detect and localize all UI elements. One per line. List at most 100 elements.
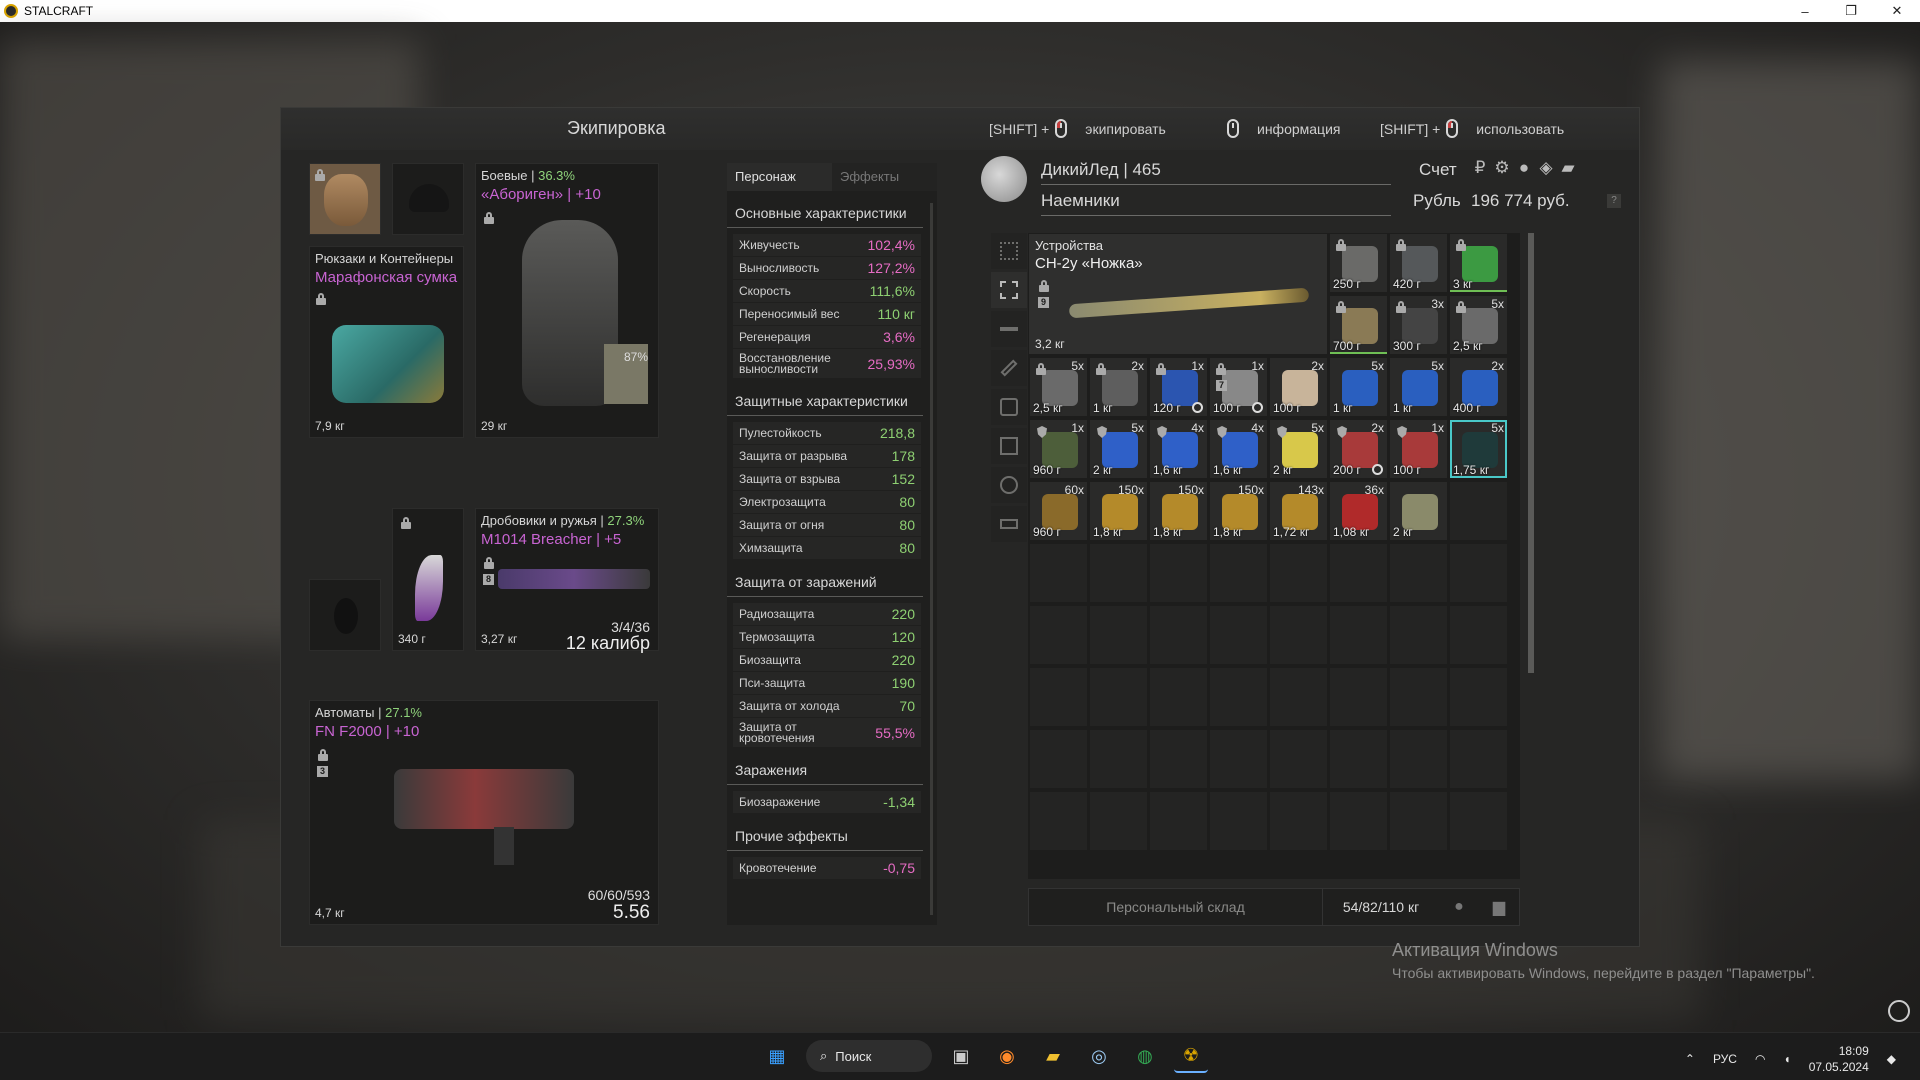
backpack-slot[interactable]: Рюкзаки и Контейнеры Марафонская сумка 7… xyxy=(309,246,464,438)
stats-scrollbar[interactable] xyxy=(930,203,933,915)
inventory-item[interactable]: 2x 200 г xyxy=(1329,419,1388,479)
rifle-slot[interactable]: Автоматы | 27.1% FN F2000 | +10 3 60/60/… xyxy=(309,700,659,925)
grenade-slot[interactable] xyxy=(309,579,381,651)
inventory-item[interactable]: 150x 1,8 кг xyxy=(1209,481,1268,541)
inventory-item[interactable]: 5x 1 кг xyxy=(1329,357,1388,417)
windows-start-icon[interactable]: ▦ xyxy=(760,1039,794,1073)
inventory-item[interactable]: 4x 1,6 кг xyxy=(1149,419,1208,479)
category-weapons-icon[interactable] xyxy=(991,311,1027,347)
wifi-icon[interactable]: ◠ xyxy=(1755,1052,1765,1066)
inventory-item[interactable]: 150x 1,8 кг xyxy=(1089,481,1148,541)
inventory-item[interactable]: 36x 1,08 кг xyxy=(1329,481,1388,541)
empty-slot[interactable] xyxy=(1089,791,1148,851)
firefox-icon[interactable]: ◉ xyxy=(990,1039,1024,1073)
empty-slot[interactable] xyxy=(1029,791,1088,851)
token-currency-icon[interactable]: ◈ xyxy=(1538,159,1554,176)
empty-slot[interactable] xyxy=(1089,543,1148,603)
empty-slot[interactable] xyxy=(1389,667,1448,727)
personal-storage-button[interactable]: Персональный склад xyxy=(1029,889,1323,925)
shotgun-slot[interactable]: Дробовики и ружья | 27.3% M1014 Breacher… xyxy=(475,508,659,653)
inventory-item[interactable]: 5x 2,5 кг xyxy=(1029,357,1088,417)
empty-slot[interactable] xyxy=(1329,543,1388,603)
refresh-icon[interactable] xyxy=(1888,1000,1910,1022)
empty-slot[interactable] xyxy=(1269,791,1328,851)
empty-slot[interactable] xyxy=(1329,791,1388,851)
category-ammo-icon[interactable] xyxy=(991,428,1027,464)
steam-icon[interactable]: ◎ xyxy=(1082,1039,1116,1073)
taskbar-clock[interactable]: 18:09 07.05.2024 xyxy=(1809,1043,1869,1075)
inventory-item[interactable]: 1x 100 г xyxy=(1389,419,1448,479)
empty-slot[interactable] xyxy=(1029,543,1088,603)
character-portrait-slot[interactable] xyxy=(309,163,381,235)
inventory-item[interactable]: 5x 2 кг xyxy=(1089,419,1148,479)
stalcraft-taskbar-icon[interactable]: ☢ xyxy=(1174,1039,1208,1073)
inventory-item[interactable]: 5x 2 кг xyxy=(1269,419,1328,479)
inventory-item[interactable]: 60x 960 г xyxy=(1029,481,1088,541)
minimize-button[interactable]: – xyxy=(1782,0,1828,22)
ruble-icon[interactable]: ₽ xyxy=(1472,159,1488,176)
category-list-icon[interactable] xyxy=(991,233,1027,269)
empty-slot[interactable] xyxy=(1089,667,1148,727)
empty-slot[interactable] xyxy=(1269,667,1328,727)
empty-slot[interactable] xyxy=(1209,667,1268,727)
empty-slot[interactable] xyxy=(1329,605,1388,665)
file-explorer-icon[interactable]: ▰ xyxy=(1036,1039,1070,1073)
inventory-item[interactable]: 420 г xyxy=(1389,233,1448,293)
tray-chevron-icon[interactable]: ⌃ xyxy=(1685,1052,1695,1066)
melee-slot[interactable]: 340 г xyxy=(392,508,464,651)
inventory-item[interactable]: 250 г xyxy=(1329,233,1388,293)
inventory-item[interactable]: 3 кг xyxy=(1449,233,1508,293)
empty-slot[interactable] xyxy=(1209,791,1268,851)
taskbar-search[interactable]: ⌕ Поиск xyxy=(806,1040,932,1072)
tab-effects[interactable]: Эффекты xyxy=(832,163,937,191)
empty-slot[interactable] xyxy=(1149,667,1208,727)
inventory-item[interactable]: 2x 400 г xyxy=(1449,357,1508,417)
maximize-button[interactable]: ❐ xyxy=(1828,0,1874,22)
empty-slot[interactable] xyxy=(1029,729,1088,789)
inventory-item[interactable]: 4x 1,6 кг xyxy=(1209,419,1268,479)
help-icon[interactable]: ? xyxy=(1607,194,1621,208)
empty-slot[interactable] xyxy=(1389,605,1448,665)
notification-icon[interactable]: ◆ xyxy=(1887,1052,1896,1066)
inventory-item[interactable]: 5x 1 кг xyxy=(1389,357,1448,417)
empty-slot[interactable] xyxy=(1329,729,1388,789)
empty-slot[interactable] xyxy=(1449,667,1508,727)
empty-slot[interactable] xyxy=(1149,729,1208,789)
coin-currency-icon[interactable]: ● xyxy=(1516,159,1532,176)
inventory-item[interactable]: 143x 1,72 кг xyxy=(1269,481,1328,541)
category-misc-icon[interactable] xyxy=(991,506,1027,542)
inventory-item[interactable]: 2x 100 г xyxy=(1269,357,1328,417)
empty-slot[interactable] xyxy=(1089,605,1148,665)
empty-slot[interactable] xyxy=(1149,791,1208,851)
chrome-icon[interactable]: ◍ xyxy=(1128,1039,1162,1073)
device-item-cell[interactable]: Устройства СН-2у «Ножка» 9 3,2 кг xyxy=(1028,233,1328,355)
helmet-slot[interactable] xyxy=(392,163,464,235)
empty-slot[interactable] xyxy=(1029,605,1088,665)
inventory-item[interactable]: 5x 1,75 кг xyxy=(1449,419,1508,479)
category-grid-icon[interactable] xyxy=(991,272,1027,308)
ticket-currency-icon[interactable]: ▰ xyxy=(1560,159,1576,176)
empty-slot[interactable] xyxy=(1449,729,1508,789)
category-tools-icon[interactable] xyxy=(991,467,1027,503)
empty-slot[interactable] xyxy=(1389,729,1448,789)
empty-slot[interactable] xyxy=(1089,729,1148,789)
inventory-scrollbar[interactable] xyxy=(1528,233,1534,673)
inventory-item[interactable]: 1x 120 г xyxy=(1149,357,1208,417)
inventory-item[interactable]: 2x 1 кг xyxy=(1089,357,1148,417)
empty-slot[interactable] xyxy=(1269,543,1328,603)
empty-slot[interactable] xyxy=(1209,605,1268,665)
inventory-item[interactable]: 1x 960 г xyxy=(1029,419,1088,479)
empty-slot[interactable] xyxy=(1449,481,1508,541)
empty-slot[interactable] xyxy=(1389,543,1448,603)
empty-slot[interactable] xyxy=(1029,667,1088,727)
empty-slot[interactable] xyxy=(1449,543,1508,603)
empty-slot[interactable] xyxy=(1209,729,1268,789)
trash-icon[interactable]: ▆ xyxy=(1479,889,1519,925)
close-button[interactable]: ✕ xyxy=(1874,0,1920,22)
category-devices-icon[interactable] xyxy=(991,389,1027,425)
empty-slot[interactable] xyxy=(1329,667,1388,727)
armor-slot[interactable]: Боевые | 36.3% «Абориген» | +10 87% 29 к… xyxy=(475,163,659,438)
empty-slot[interactable] xyxy=(1149,605,1208,665)
empty-slot[interactable] xyxy=(1389,791,1448,851)
empty-slot[interactable] xyxy=(1449,605,1508,665)
